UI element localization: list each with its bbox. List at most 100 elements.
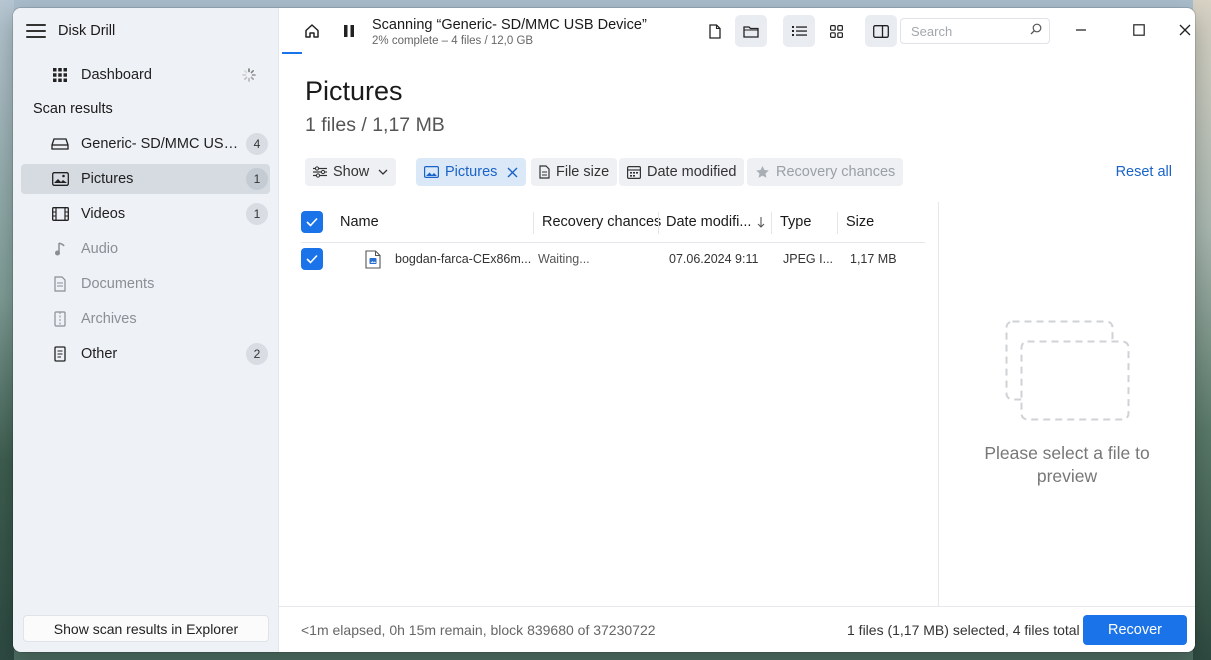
recovery-chances-filter-label: Recovery chances <box>776 164 896 180</box>
checkmark-icon <box>306 217 318 227</box>
header-divider <box>301 242 925 243</box>
column-divider[interactable] <box>771 212 772 234</box>
minimize-button[interactable] <box>1070 19 1092 41</box>
file-type: JPEG I... <box>783 252 834 266</box>
empty-preview-icon <box>1005 320 1131 427</box>
preview-pane-icon <box>873 24 889 38</box>
grid-icon <box>829 24 843 38</box>
sidebar-item-documents[interactable]: Documents <box>21 269 270 299</box>
show-in-explorer-button[interactable]: Show scan results in Explorer <box>23 615 269 642</box>
drive-icon <box>51 135 69 153</box>
recover-button[interactable]: Recover <box>1083 615 1187 645</box>
selection-summary: 1 files (1,17 MB) selected, 4 files tota… <box>847 622 1080 638</box>
sidebar-item-label: Documents <box>81 276 155 292</box>
pause-button[interactable] <box>333 15 365 47</box>
date-modified-filter-label: Date modified <box>647 164 737 180</box>
sidebar-item-device[interactable]: Generic- SD/MMC USB D... 4 <box>21 129 270 159</box>
show-filter-label: Show <box>333 164 370 180</box>
sidebar-item-other[interactable]: Other 2 <box>21 339 270 369</box>
select-all-checkbox[interactable] <box>301 202 323 242</box>
sidebar-item-label: Archives <box>81 311 137 327</box>
folder-view-button[interactable] <box>735 15 767 47</box>
column-divider[interactable] <box>837 212 838 234</box>
file-size-filter-button[interactable]: File size <box>531 158 618 186</box>
scan-status-text: <1m elapsed, 0h 15m remain, block 839680… <box>301 622 656 638</box>
scan-results-heading: Scan results <box>33 101 113 117</box>
reset-all-link[interactable]: Reset all <box>1116 164 1172 180</box>
preview-pane-button[interactable] <box>865 15 897 47</box>
list-icon <box>791 26 807 36</box>
results-table: Name Recovery chances Date modifi... Typ… <box>279 202 939 606</box>
show-filter-button[interactable]: Show <box>305 158 397 186</box>
search-icon <box>1030 22 1042 40</box>
count-badge: 1 <box>246 168 268 190</box>
count-badge: 4 <box>246 133 268 155</box>
jpeg-file-icon <box>365 248 381 270</box>
pause-icon <box>344 25 354 37</box>
maximize-button[interactable] <box>1128 19 1150 41</box>
image-icon <box>424 166 439 178</box>
image-icon <box>51 170 69 188</box>
count-badge: 2 <box>246 343 268 365</box>
checkbox-checked[interactable] <box>301 211 323 233</box>
column-header-size[interactable]: Size <box>846 202 874 242</box>
sidebar-item-archives[interactable]: Archives <box>21 304 270 334</box>
grid-icon <box>51 66 69 84</box>
remove-filter-icon[interactable] <box>507 167 518 178</box>
pictures-filter-label: Pictures <box>445 164 498 180</box>
scan-title: Scanning “Generic- SD/MMC USB Device” <box>372 17 647 33</box>
column-header-name[interactable]: Name <box>340 202 379 242</box>
column-header-recovery[interactable]: Recovery chances <box>542 202 661 242</box>
archive-icon <box>51 310 69 328</box>
sidebar-item-label: Videos <box>81 206 126 222</box>
scan-progress-text: 2% complete – 4 files / 12,0 GB <box>372 35 534 47</box>
chevron-down-icon <box>378 169 388 175</box>
preview-pane: Please select a file to preview <box>939 202 1195 606</box>
checkbox-checked[interactable] <box>301 248 323 270</box>
file-view-button[interactable] <box>699 15 731 47</box>
status-bar: <1m elapsed, 0h 15m remain, block 839680… <box>279 606 1195 652</box>
file-icon <box>709 23 721 39</box>
sort-descending-icon <box>757 216 765 228</box>
minimize-icon <box>1076 29 1086 31</box>
sidebar-item-label: Other <box>81 346 118 362</box>
checkmark-icon <box>306 254 318 264</box>
count-badge: 1 <box>246 203 268 225</box>
grid-view-button[interactable] <box>820 15 852 47</box>
folder-icon <box>743 25 759 38</box>
sidebar-item-videos[interactable]: Videos 1 <box>21 199 270 229</box>
search-input[interactable]: Search <box>900 18 1050 44</box>
pictures-filter-chip[interactable]: Pictures <box>416 158 527 186</box>
page-title: Pictures <box>305 76 403 106</box>
column-divider[interactable] <box>533 212 534 234</box>
toolbar: Scanning “Generic- SD/MMC USB Device” 2%… <box>279 8 1195 54</box>
file-size-filter-label: File size <box>556 164 610 180</box>
home-button[interactable] <box>296 15 328 47</box>
desktop-background-right <box>1193 0 1211 660</box>
hamburger-menu-icon[interactable] <box>26 24 46 38</box>
sidebar-item-audio[interactable]: Audio <box>21 234 270 264</box>
calendar-icon <box>627 165 641 179</box>
column-header-date[interactable]: Date modifi... <box>666 202 765 242</box>
home-icon <box>305 24 319 38</box>
preview-message-line2: preview <box>1036 466 1098 486</box>
close-button[interactable] <box>1174 19 1195 41</box>
film-icon <box>51 205 69 223</box>
close-icon <box>1179 24 1191 36</box>
list-view-button[interactable] <box>783 15 815 47</box>
desktop-background-left <box>0 0 14 660</box>
recovery-chances-filter-button[interactable]: Recovery chances <box>747 158 904 186</box>
sidebar-item-dashboard[interactable]: Dashboard <box>21 60 270 90</box>
row-checkbox[interactable] <box>301 248 323 270</box>
file-icon <box>539 165 550 179</box>
sidebar-item-pictures[interactable]: Pictures 1 <box>21 164 270 194</box>
file-icon <box>51 345 69 363</box>
file-size: 1,17 MB <box>850 252 897 266</box>
column-header-date-label: Date modifi... <box>666 214 752 230</box>
sidebar-item-label: Dashboard <box>81 67 152 83</box>
date-modified-filter-button[interactable]: Date modified <box>619 158 745 186</box>
column-divider[interactable] <box>658 212 659 234</box>
preview-empty-message: Please select a file to preview <box>939 442 1195 488</box>
column-header-type[interactable]: Type <box>780 202 811 242</box>
page-subtitle: 1 files / 1,17 MB <box>305 114 445 136</box>
